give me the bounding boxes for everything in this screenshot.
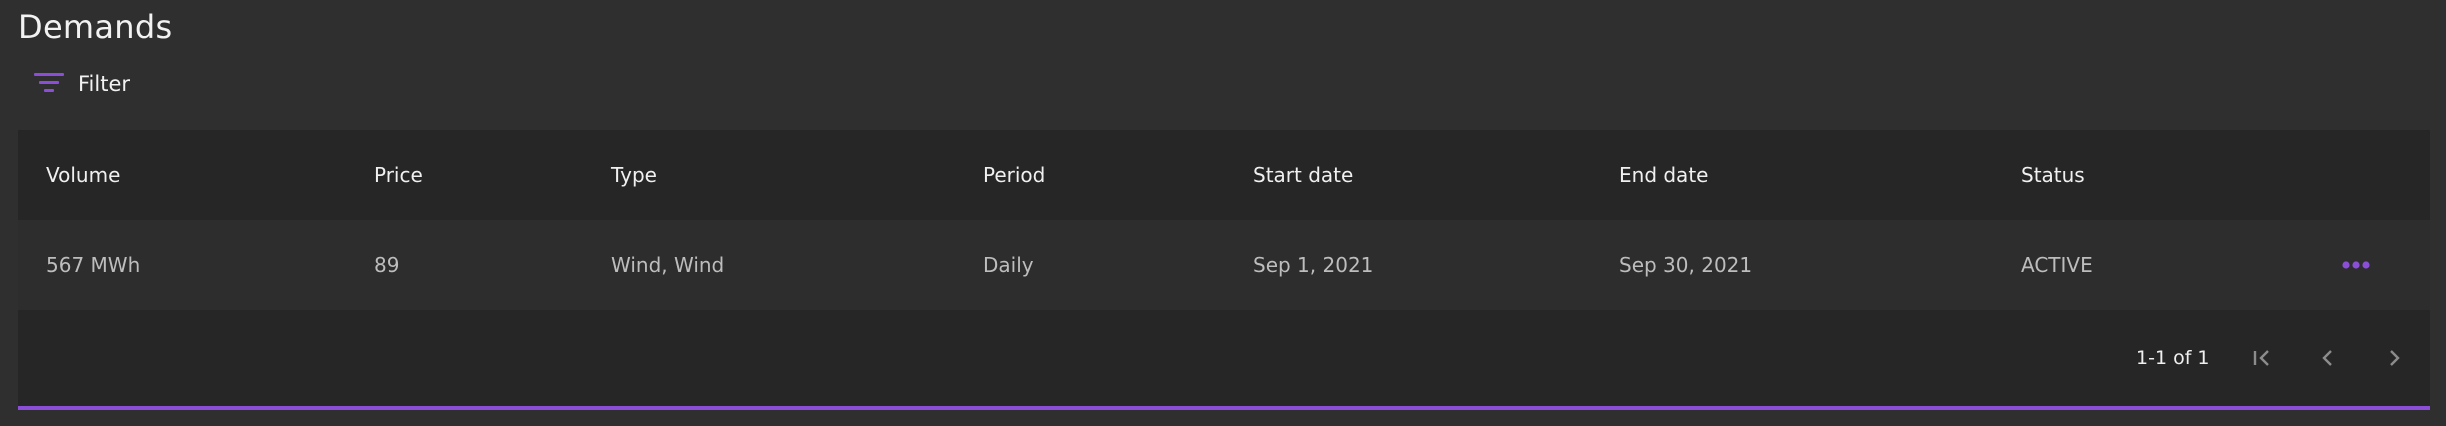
demands-table: Volume Price Type Period Start date End … [18, 130, 2430, 410]
column-header-type[interactable]: Type [611, 130, 657, 220]
first-page-icon [2253, 350, 2269, 366]
filter-button[interactable]: Filter [34, 66, 130, 102]
next-page-button[interactable] [2374, 338, 2414, 378]
cell-type: Wind, Wind [611, 253, 725, 277]
previous-page-button[interactable] [2308, 338, 2348, 378]
first-page-button[interactable] [2242, 338, 2282, 378]
column-header-status[interactable]: Status [2021, 130, 2085, 220]
column-header-price[interactable]: Price [374, 130, 423, 220]
chevron-right-icon [2390, 350, 2400, 366]
demands-page: Demands Filter Volume Price Type Period … [0, 0, 2446, 426]
table-row[interactable]: 567 MWh 89 Wind, Wind Daily Sep 1, 2021 … [18, 220, 2430, 310]
filter-icon [34, 73, 64, 92]
table-header-row: Volume Price Type Period Start date End … [18, 130, 2430, 220]
page-title: Demands [18, 8, 173, 46]
filter-label: Filter [78, 72, 131, 96]
column-header-period[interactable]: Period [983, 130, 1045, 220]
cell-volume: 567 MWh [46, 253, 141, 277]
chevron-left-icon [2322, 350, 2332, 366]
pagination-range: 1-1 of 1 [2136, 347, 2210, 369]
cell-price: 89 [374, 253, 400, 277]
cell-status: ACTIVE [2021, 253, 2093, 277]
row-actions-button[interactable] [2336, 250, 2376, 280]
more-horizontal-icon [2342, 261, 2370, 269]
pagination-bar: 1-1 of 1 [18, 310, 2430, 406]
cell-end-date: Sep 30, 2021 [1619, 253, 1753, 277]
cell-period: Daily [983, 253, 1034, 277]
column-header-start-date[interactable]: Start date [1253, 130, 1353, 220]
cell-start-date: Sep 1, 2021 [1253, 253, 1374, 277]
column-header-end-date[interactable]: End date [1619, 130, 1708, 220]
column-header-volume[interactable]: Volume [46, 130, 120, 220]
